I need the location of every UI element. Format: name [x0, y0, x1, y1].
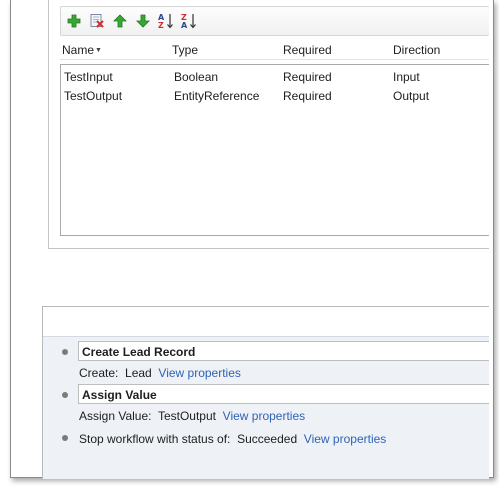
arrow-down-icon	[136, 14, 150, 28]
svg-text:A: A	[181, 21, 188, 30]
view-properties-link[interactable]: View properties	[304, 432, 387, 446]
argument-direction: Output	[393, 89, 430, 103]
stop-workflow-status: Succeeded	[237, 432, 298, 446]
move-up-button[interactable]	[111, 11, 129, 31]
sort-az-icon: A Z	[158, 13, 173, 30]
step-create-lead-record[interactable]: Create Lead Record	[78, 341, 489, 361]
arguments-toolbar: A Z Z A	[60, 6, 489, 36]
step-bullet-icon	[62, 392, 68, 398]
step-bullet-icon	[62, 435, 68, 441]
column-header-direction[interactable]: Direction	[393, 43, 440, 57]
add-argument-button[interactable]	[65, 11, 83, 31]
argument-required: Required	[283, 89, 332, 103]
argument-required: Required	[283, 70, 332, 84]
column-header-required[interactable]: Required	[283, 43, 332, 57]
argument-direction: Input	[393, 70, 420, 84]
argument-name: TestOutput	[64, 89, 123, 103]
detail-label: Assign Value:	[79, 409, 152, 423]
detail-value: Lead	[125, 366, 152, 380]
column-header-type[interactable]: Type	[172, 43, 198, 57]
step-assign-value-detail: Assign Value: TestOutput View properties	[79, 409, 305, 423]
argument-type: Boolean	[174, 70, 219, 84]
steps-header-area	[43, 307, 489, 337]
table-row[interactable]: TestInput Boolean Required Input	[61, 67, 489, 86]
sort-indicator-icon: ▼	[95, 47, 102, 54]
view-properties-link[interactable]: View properties	[158, 366, 241, 380]
detail-label: Create:	[79, 366, 119, 380]
step-stop-workflow[interactable]: Stop workflow with status of: Succeeded …	[79, 432, 386, 446]
argument-name: TestInput	[64, 70, 113, 84]
sort-descending-button[interactable]: Z A	[180, 11, 198, 31]
plus-icon	[67, 14, 81, 28]
sort-ascending-button[interactable]: A Z	[157, 11, 175, 31]
table-row[interactable]: TestOutput EntityReference Required Outp…	[61, 86, 489, 105]
view-properties-link[interactable]: View properties	[223, 409, 306, 423]
column-header-name[interactable]: Name▼	[62, 43, 102, 57]
arguments-grid: TestInput Boolean Required Input TestOut…	[60, 64, 489, 236]
step-create-lead-detail: Create: Lead View properties	[79, 366, 241, 380]
detail-value: TestOutput	[157, 409, 216, 423]
svg-text:Z: Z	[158, 21, 164, 30]
move-down-button[interactable]	[134, 11, 152, 31]
stop-workflow-label: Stop workflow with status of:	[79, 432, 231, 446]
argument-type: EntityReference	[174, 89, 260, 103]
arrow-up-icon	[113, 14, 127, 28]
sort-za-icon: Z A	[181, 13, 196, 30]
step-bullet-icon	[62, 349, 68, 355]
step-assign-value[interactable]: Assign Value	[78, 384, 489, 404]
delete-icon	[90, 14, 104, 28]
delete-argument-button[interactable]	[88, 11, 106, 31]
arguments-grid-header: Name▼ Type Required Direction	[60, 40, 489, 60]
